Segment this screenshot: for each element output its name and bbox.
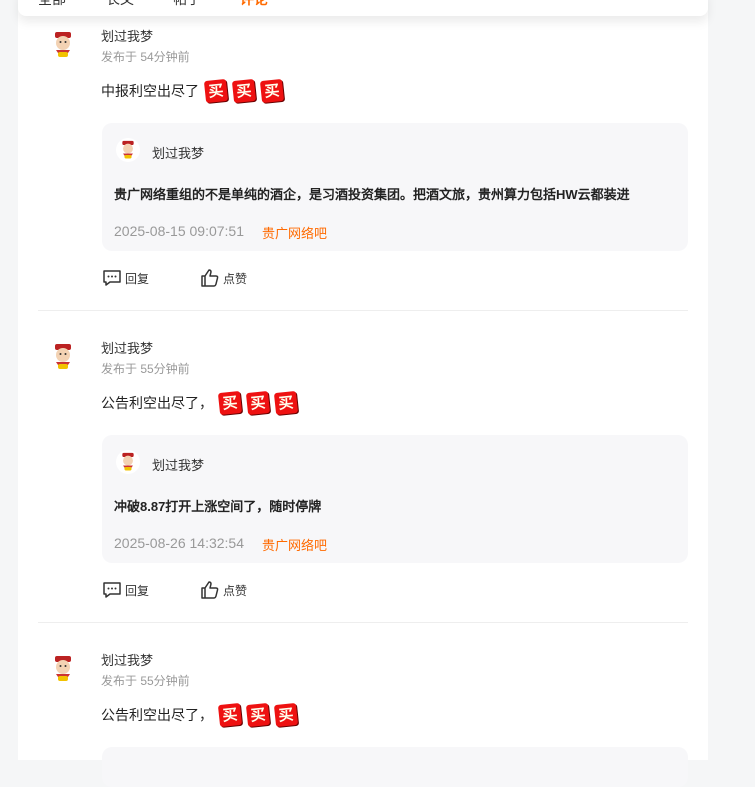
forum-link[interactable]: 贵广网络吧 [262,535,327,554]
username[interactable]: 划过我梦 [101,650,153,669]
forum-link[interactable]: 贵广网络吧 [262,223,327,242]
buy-emoji-icon: 买 [217,702,243,728]
comment-icon [103,582,121,598]
username[interactable]: 划过我梦 [101,26,153,45]
comment-text: 公告利空出尽了， 买 买 买 [101,702,299,728]
divider [38,310,688,311]
buy-emoji-icon: 买 [231,78,257,104]
avatar[interactable] [46,652,80,686]
reply-label: 回复 [125,583,150,598]
buy-emoji-icon: 买 [217,390,243,416]
thumbs-up-icon [201,269,219,287]
reply-button[interactable]: 回复 [102,268,149,288]
comments-panel: 全部 长文 帖子 评论 划过我梦 发布于 54分钟前 中报利空出尽了 买 买 买 [18,0,708,787]
quoted-post[interactable]: 划过我梦 贵广网络重组的不是单纯的酒企，是习酒投资集团。把酒文旅，贵州算力包括H… [102,123,688,251]
comment-body: 公告利空出尽了， [101,395,213,411]
post-time: 发布于 54分钟前 [101,50,190,64]
username[interactable]: 划过我梦 [101,338,153,357]
action-bar: 回复 点赞 [102,268,402,288]
avatar[interactable] [46,28,80,62]
comment-text: 中报利空出尽了 买 买 买 [101,78,285,104]
comment-body: 中报利空出尽了 [101,83,199,99]
quoted-text: 冲破8.87打开上涨空间了，随时停牌 [114,499,322,514]
buy-emoji-icon: 买 [203,78,229,104]
post-time: 发布于 55分钟前 [101,362,190,376]
quoted-username[interactable]: 划过我梦 [152,143,204,162]
quoted-username[interactable]: 划过我梦 [152,455,204,474]
like-label: 点赞 [223,583,248,598]
reply-button[interactable]: 回复 [102,580,149,600]
quoted-text: 贵广网络重组的不是单纯的酒企，是习酒投资集团。把酒文旅，贵州算力包括HW云都装进 [114,187,630,202]
buy-emoji-icon: 买 [273,390,299,416]
comment-body: 公告利空出尽了， [101,707,213,723]
quoted-avatar [116,450,140,474]
quoted-post[interactable] [102,747,688,787]
quoted-date: 2025-08-15 09:07:51 [114,223,244,239]
tab-bar: 全部 长文 帖子 评论 [18,0,708,16]
action-bar: 回复 点赞 [102,580,402,600]
comment-text: 公告利空出尽了， 买 买 买 [101,390,299,416]
reply-label: 回复 [125,271,150,286]
avatar[interactable] [46,340,80,374]
like-label: 点赞 [223,271,248,286]
comment-icon [103,270,121,286]
post-time: 发布于 55分钟前 [101,674,190,688]
buy-emoji-icon: 买 [245,702,271,728]
quoted-avatar [116,138,140,162]
like-button[interactable]: 点赞 [200,580,247,600]
buy-emoji-icon: 买 [259,78,285,104]
quoted-post[interactable]: 划过我梦 冲破8.87打开上涨空间了，随时停牌 2025-08-26 14:32… [102,435,688,563]
divider [38,622,688,623]
quoted-date: 2025-08-26 14:32:54 [114,535,244,551]
tab-all[interactable]: 全部 [38,0,66,8]
tab-long-articles[interactable]: 长文 [106,0,134,8]
tab-comments[interactable]: 评论 [240,0,268,8]
buy-emoji-icon: 买 [245,390,271,416]
buy-emoji-icon: 买 [273,702,299,728]
like-button[interactable]: 点赞 [200,268,247,288]
tab-posts[interactable]: 帖子 [173,0,201,8]
thumbs-up-icon [201,581,219,599]
